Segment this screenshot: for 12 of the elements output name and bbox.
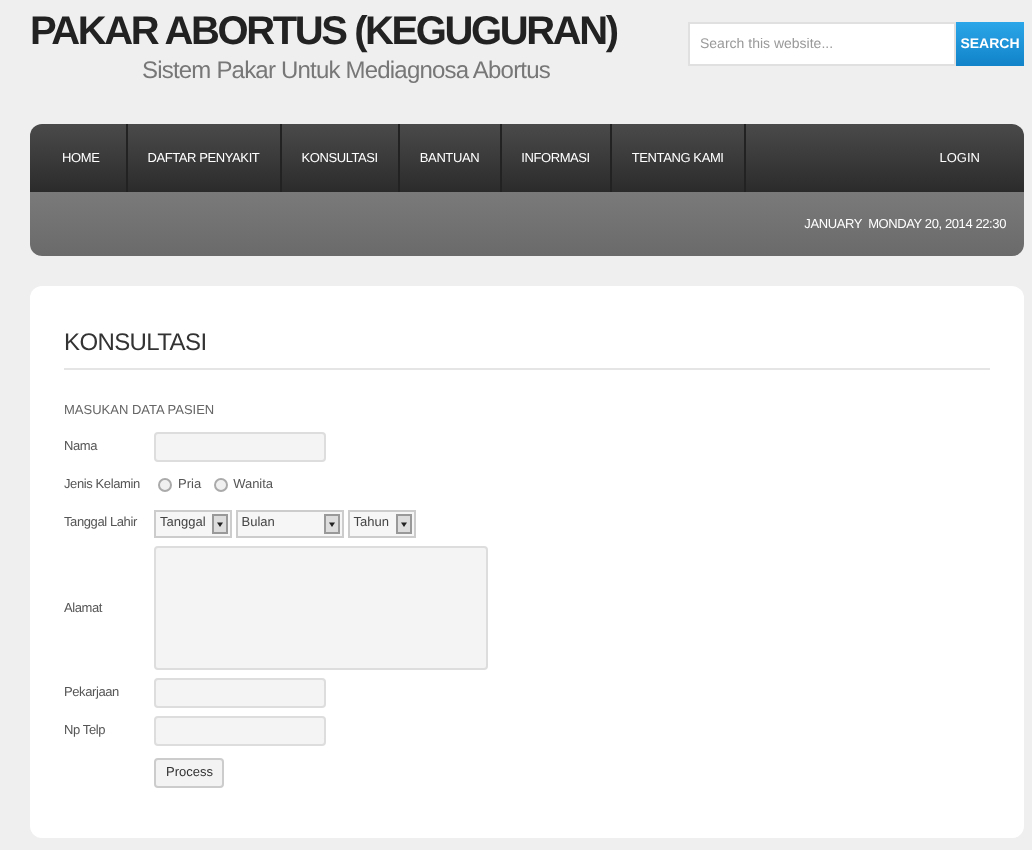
address-field[interactable] bbox=[154, 546, 488, 670]
text-field[interactable] bbox=[154, 432, 326, 462]
site-title: PAKAR ABORTUS (KEGUGURAN) bbox=[30, 8, 617, 56]
caret-icon bbox=[211, 513, 228, 533]
text-field[interactable] bbox=[154, 716, 326, 746]
caret-icon bbox=[395, 513, 411, 533]
text-field[interactable] bbox=[154, 678, 326, 708]
page-heading: KONSULTASI bbox=[64, 322, 990, 370]
radio-button[interactable] bbox=[213, 478, 228, 492]
site-subtitle: Sistem Pakar Untuk Mediagnosa Abortus bbox=[142, 56, 552, 86]
caret-icon bbox=[323, 513, 340, 533]
radio-button[interactable] bbox=[158, 478, 172, 492]
